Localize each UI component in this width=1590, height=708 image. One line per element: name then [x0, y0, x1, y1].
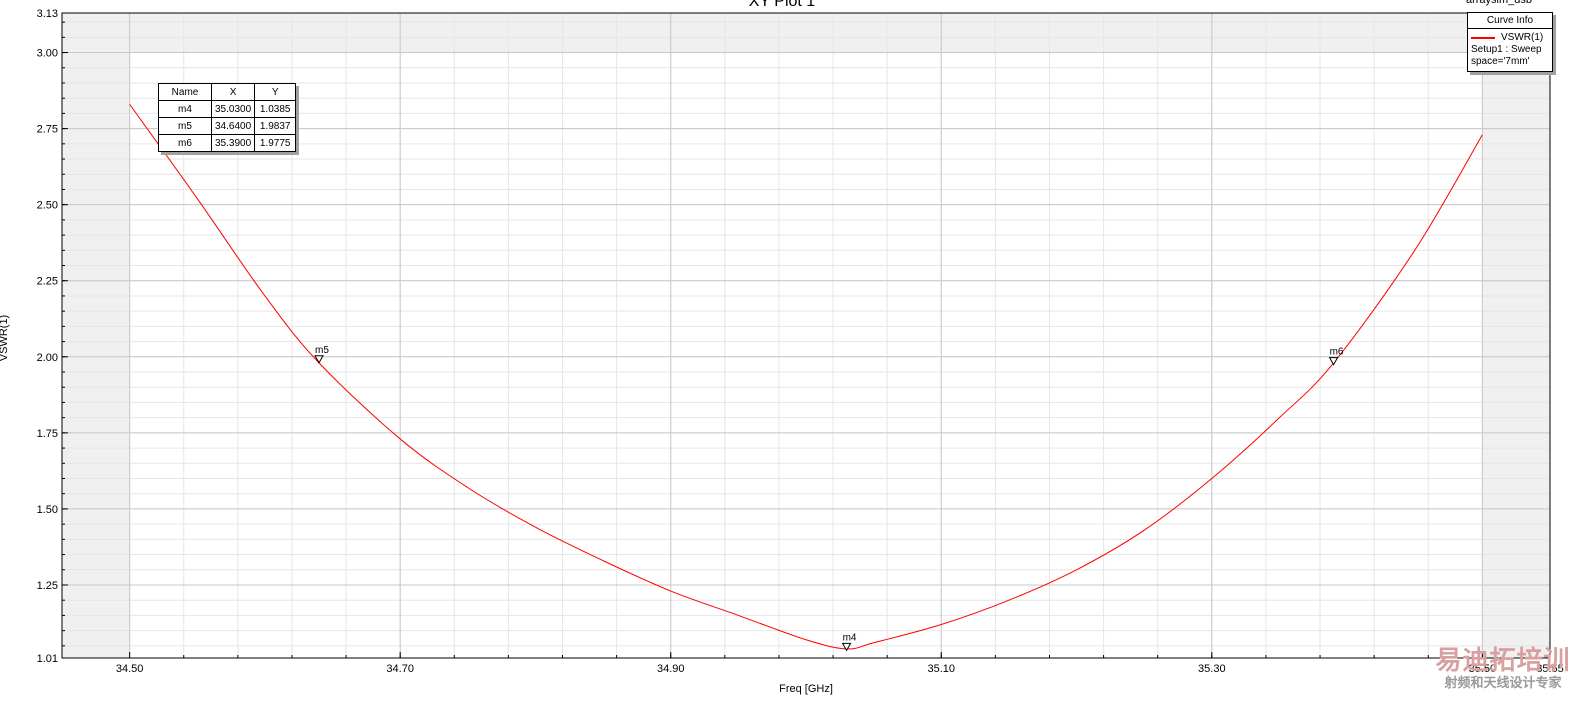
marker-x-cell: 35.3900 — [210, 134, 256, 152]
watermark-logo-text: 易迪拓培训 — [1435, 646, 1571, 676]
marker-table-header-x: X — [210, 83, 256, 101]
legend-line-swatch — [1471, 36, 1495, 39]
marker-m5-label: m5 — [315, 345, 329, 356]
x-tick-label: 35.10 — [928, 663, 956, 675]
y-tick-label: 1.01 — [37, 653, 58, 665]
band-left — [62, 13, 130, 658]
marker-name-cell: m5 — [158, 117, 212, 135]
y-tick-label: 2.00 — [37, 352, 58, 364]
x-tick-label: 34.50 — [116, 663, 144, 675]
table-row[interactable]: m4 35.0300 1.0385 — [158, 100, 297, 118]
legend-trace-description: Setup1 : Sweep space='7mm' — [1471, 44, 1542, 67]
table-row[interactable]: m6 35.3900 1.9775 — [158, 134, 297, 152]
marker-name-cell: m6 — [158, 134, 212, 152]
y-tick-label: 3.13 — [37, 8, 58, 20]
y-tick-label: 2.50 — [37, 200, 58, 212]
y-tick-label: 1.25 — [37, 580, 58, 592]
x-tick-label: 34.70 — [386, 663, 414, 675]
marker-name-cell: m4 — [158, 100, 212, 118]
chart-title: XY Plot 1 — [749, 0, 816, 10]
marker-x-cell: 35.0300 — [210, 100, 256, 118]
watermark-tagline: 射频和天线设计专家 — [1444, 676, 1562, 691]
x-axis-title: Freq [GHz] — [779, 683, 833, 695]
x-tick-label: 35.30 — [1198, 663, 1226, 675]
watermark: 易迪拓培训 射频和天线设计专家 — [1416, 646, 1590, 692]
y-tick-label: 3.00 — [37, 48, 58, 60]
y-axis-title: VSWR(1) — [0, 315, 10, 361]
band-right — [1482, 13, 1550, 658]
marker-x-cell: 34.6400 — [210, 117, 256, 135]
y-tick-label: 2.75 — [37, 124, 58, 136]
table-row[interactable]: m5 34.6400 1.9837 — [158, 117, 297, 135]
curve-info-title: Curve Info — [1468, 13, 1552, 29]
top-right-label: arraysim_dsb — [1466, 0, 1532, 6]
marker-table-header: Name X Y — [158, 83, 297, 101]
x-tick-label: 34.90 — [657, 663, 685, 675]
marker-table[interactable]: Name X Y m4 35.0300 1.0385 m5 34.6400 1.… — [158, 83, 297, 152]
marker-y-cell: 1.9837 — [254, 117, 297, 135]
marker-y-cell: 1.0385 — [254, 100, 297, 118]
y-tick-label: 1.50 — [37, 504, 58, 516]
band-top — [129, 13, 1483, 53]
marker-m4-label: m4 — [843, 632, 857, 643]
y-tick-label: 1.75 — [37, 428, 58, 440]
marker-y-cell: 1.9775 — [254, 134, 297, 152]
legend-entry[interactable]: VSWR(1) — [1468, 29, 1552, 43]
curve-info-legend[interactable]: Curve Info VSWR(1) Setup1 : Sweep space=… — [1467, 12, 1553, 72]
y-tick-label: 2.25 — [37, 276, 58, 288]
legend-trace-name: VSWR(1) — [1501, 32, 1544, 43]
marker-m6-label: m6 — [1330, 347, 1344, 358]
marker-table-header-y: Y — [254, 83, 297, 101]
marker-table-header-name: Name — [158, 83, 212, 101]
